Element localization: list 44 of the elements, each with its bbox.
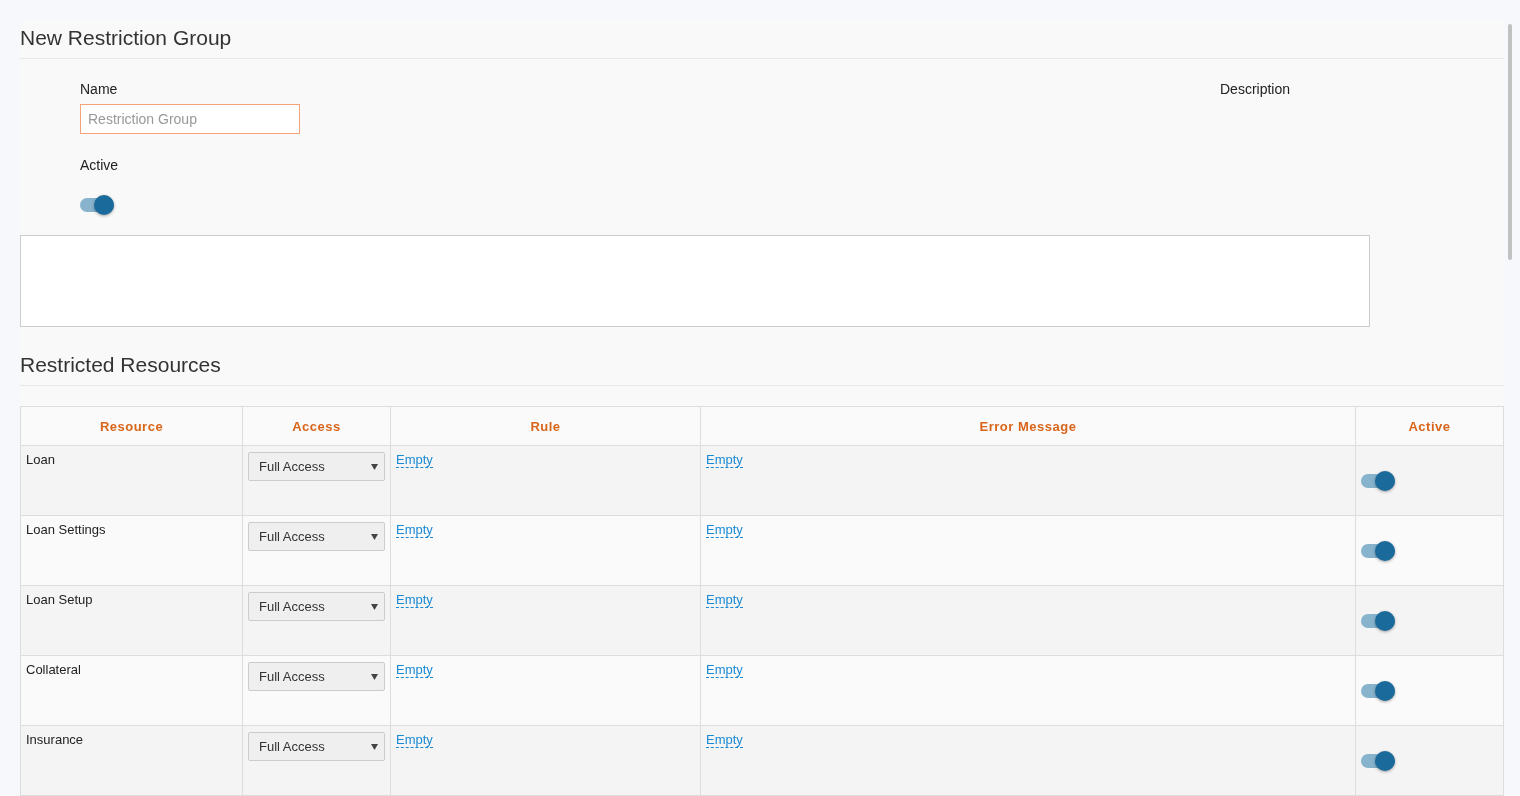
access-dropdown[interactable]: Full Access <box>248 452 385 481</box>
error-message-link[interactable]: Empty <box>706 522 743 538</box>
section-title: Restricted Resources <box>20 353 1504 386</box>
page-title: New Restriction Group <box>20 20 1504 59</box>
caret-icon <box>371 603 378 610</box>
table-cell: Loan Settings <box>20 515 243 586</box>
caret-icon <box>371 533 378 540</box>
rule-link[interactable]: Empty <box>396 522 433 538</box>
column-header: Active <box>1355 406 1504 446</box>
table-cell: Loan <box>20 445 243 516</box>
access-dropdown[interactable]: Full Access <box>248 522 385 551</box>
caret-icon <box>371 743 378 750</box>
table-cell: Insurance <box>20 725 243 796</box>
rule-link[interactable]: Empty <box>396 662 433 678</box>
scrollbar[interactable] <box>1508 24 1512 260</box>
error-message-link[interactable]: Empty <box>706 592 743 608</box>
error-message-link[interactable]: Empty <box>706 452 743 468</box>
toggle-switch[interactable] <box>1361 469 1397 493</box>
rule-link[interactable]: Empty <box>396 452 433 468</box>
table-cell: Collateral <box>20 655 243 726</box>
access-dropdown[interactable]: Full Access <box>248 662 385 691</box>
column-header: Rule <box>390 406 701 446</box>
access-dropdown[interactable]: Full Access <box>248 592 385 621</box>
caret-icon <box>371 673 378 680</box>
name-label: Name <box>80 81 118 97</box>
toggle-switch[interactable] <box>1361 749 1397 773</box>
description-field[interactable] <box>20 235 1370 327</box>
rule-link[interactable]: Empty <box>396 592 433 608</box>
rule-link[interactable]: Empty <box>396 732 433 748</box>
access-dropdown[interactable]: Full Access <box>248 732 385 761</box>
name-input-field[interactable]: Restriction Group <box>80 104 300 134</box>
column-header: Error Message <box>700 406 1356 446</box>
caret-icon <box>371 463 378 470</box>
error-message-link[interactable]: Empty <box>706 732 743 748</box>
toggle-switch[interactable] <box>1361 609 1397 633</box>
column-header: Resource <box>20 406 243 446</box>
description-label: Description <box>1220 81 1291 97</box>
toggle-switch[interactable] <box>1361 679 1397 703</box>
active-label: Active <box>80 157 119 173</box>
table-cell: Loan Setup <box>20 585 243 656</box>
error-message-link[interactable]: Empty <box>706 662 743 678</box>
column-header: Access <box>242 406 391 446</box>
toggle-switch[interactable] <box>80 193 116 217</box>
toggle-switch[interactable] <box>1361 539 1397 563</box>
